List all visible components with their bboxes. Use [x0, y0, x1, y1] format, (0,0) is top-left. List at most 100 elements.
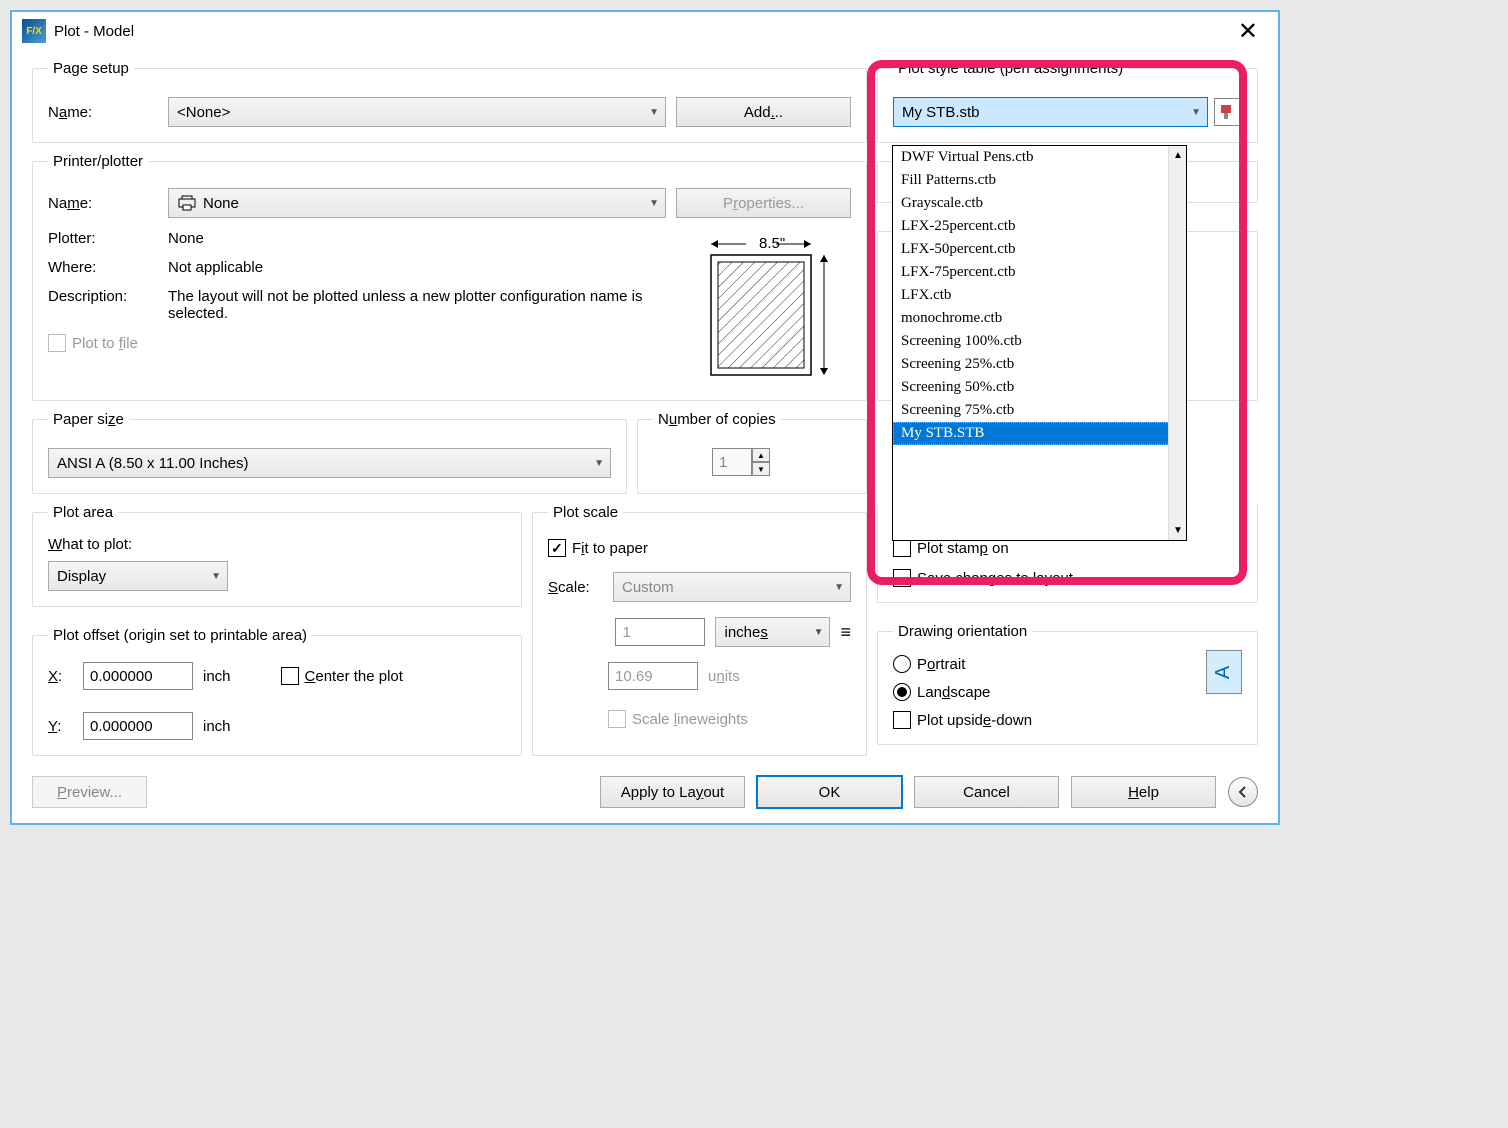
plot-offset-group: Plot offset (origin set to printable are… — [32, 627, 522, 756]
paper-size-combo[interactable]: ANSI A (8.50 x 11.00 Inches) ▼ — [48, 448, 611, 478]
plot-area-legend: Plot area — [48, 504, 118, 521]
offset-y-label: Y: — [48, 718, 73, 735]
dropdown-option[interactable]: monochrome.ctb — [893, 307, 1186, 330]
dialog-footer: Preview... Apply to Layout OK Cancel Hel… — [32, 766, 1258, 808]
offset-x-input[interactable] — [83, 662, 193, 690]
scale-unit1-input — [615, 618, 705, 646]
dropdown-option[interactable]: Grayscale.ctb — [893, 192, 1186, 215]
plot-style-legend: Plot style table (pen assignments) — [893, 60, 1128, 77]
plotter-value: None — [168, 230, 204, 247]
app-icon: F/X — [22, 19, 46, 43]
dropdown-option[interactable]: LFX-75percent.ctb — [893, 261, 1186, 284]
plotter-label: Plotter: — [48, 230, 158, 247]
paper-size-group: Paper size ANSI A (8.50 x 11.00 Inches) … — [32, 411, 627, 494]
titlebar: F/X Plot - Model ✕ — [12, 12, 1278, 50]
description-value: The layout will not be plotted unless a … — [168, 288, 696, 322]
description-label: Description: — [48, 288, 158, 305]
fit-to-paper-checkbox[interactable]: Fit to paper — [548, 539, 851, 557]
preview-button[interactable]: Preview... — [32, 776, 147, 808]
scale-unit2-input — [608, 662, 698, 690]
printer-name-combo[interactable]: None ▼ — [168, 188, 666, 218]
plot-to-file-checkbox: Plot to file — [48, 334, 696, 352]
expand-chevron-icon[interactable] — [1228, 777, 1258, 807]
center-plot-checkbox[interactable]: Center the plot — [281, 667, 403, 685]
plot-stamp-checkbox[interactable]: Plot stamp on — [893, 539, 1242, 557]
chevron-down-icon: ▼ — [1191, 107, 1201, 118]
scale-combo: Custom ▼ — [613, 572, 851, 602]
help-button[interactable]: Help — [1071, 776, 1216, 808]
where-value: Not applicable — [168, 259, 263, 276]
chevron-down-icon: ▼ — [834, 582, 844, 593]
paintbrush-icon — [1219, 103, 1237, 121]
printer-legend: Printer/plotter — [48, 153, 148, 170]
dropdown-option[interactable]: Screening 100%.ctb — [893, 330, 1186, 353]
portrait-radio[interactable]: Portrait — [893, 655, 1186, 673]
offset-x-label: X: — [48, 668, 73, 685]
plot-offset-legend: Plot offset (origin set to printable are… — [48, 627, 312, 644]
chevron-down-icon: ▼ — [649, 198, 659, 209]
printer-plotter-group: Printer/plotter Name: None ▼ Properties.… — [32, 153, 867, 401]
printer-properties-button[interactable]: Properties... — [676, 188, 851, 218]
printer-name-label: Name: — [48, 195, 158, 212]
plot-area-group: Plot area What to plot: Display ▼ — [32, 504, 522, 607]
dropdown-scrollbar[interactable]: ▲ ▼ — [1168, 146, 1186, 540]
edit-plot-style-button[interactable] — [1214, 98, 1242, 126]
page-setup-legend: Page setup — [48, 60, 134, 77]
dropdown-option[interactable]: Screening 25%.ctb — [893, 353, 1186, 376]
spinner-down-icon[interactable]: ▼ — [752, 462, 770, 476]
dropdown-option[interactable]: Screening 75%.ctb — [893, 399, 1186, 422]
chevron-down-icon: ▼ — [814, 627, 824, 638]
paper-size-legend: Paper size — [48, 411, 129, 428]
chevron-down-icon: ▼ — [649, 107, 659, 118]
where-label: Where: — [48, 259, 158, 276]
plot-style-group: Plot style table (pen assignments) My ST… — [877, 60, 1258, 143]
what-to-plot-label: What to plot: — [48, 536, 506, 553]
offset-x-unit: inch — [203, 668, 231, 685]
scroll-down-icon[interactable]: ▼ — [1173, 525, 1183, 536]
orientation-group: Drawing orientation Portrait Landscape — [877, 623, 1258, 745]
number-of-copies-group: Number of copies ▲ ▼ — [637, 411, 867, 494]
ok-button[interactable]: OK — [757, 776, 902, 808]
plot-style-table-combo[interactable]: My STB.stb ▼ — [893, 97, 1208, 127]
copies-spinner[interactable]: ▲ ▼ — [712, 448, 792, 476]
dropdown-option[interactable]: DWF Virtual Pens.ctb — [893, 146, 1186, 169]
offset-y-input[interactable] — [83, 712, 193, 740]
dropdown-option[interactable]: LFX-50percent.ctb — [893, 238, 1186, 261]
add-page-setup-button[interactable]: Add... — [676, 97, 851, 127]
plot-dialog: F/X Plot - Model ✕ Page setup Name: <Non… — [10, 10, 1280, 825]
dropdown-option[interactable]: LFX.ctb — [893, 284, 1186, 307]
plot-style-dropdown-list[interactable]: DWF Virtual Pens.ctb Fill Patterns.ctb G… — [892, 145, 1187, 541]
page-setup-name-label: Name: — [48, 104, 158, 121]
orientation-legend: Drawing orientation — [893, 623, 1032, 640]
spinner-up-icon[interactable]: ▲ — [752, 448, 770, 462]
copies-input[interactable] — [712, 448, 752, 476]
close-icon[interactable]: ✕ — [1228, 17, 1268, 46]
save-changes-checkbox[interactable]: Save changes to layout — [893, 569, 1242, 587]
page-setup-name-combo[interactable]: <None> ▼ — [168, 97, 666, 127]
dropdown-option[interactable]: Fill Patterns.ctb — [893, 169, 1186, 192]
scale-unit-combo[interactable]: inches ▼ — [715, 617, 830, 647]
printer-icon — [177, 195, 197, 211]
paper-preview-icon: 8.5" 11.0" — [696, 230, 851, 385]
chevron-down-icon: ▼ — [211, 571, 221, 582]
dropdown-option[interactable]: Screening 50%.ctb — [893, 376, 1186, 399]
dropdown-option-selected[interactable]: My STB.STB — [893, 422, 1186, 445]
page-setup-group: Page setup Name: <None> ▼ Add... — [32, 60, 867, 143]
plot-scale-legend: Plot scale — [548, 504, 623, 521]
landscape-radio[interactable]: Landscape — [893, 683, 1186, 701]
scale-lineweights-checkbox: Scale lineweights — [548, 710, 851, 728]
equals-icon: ≡ — [840, 622, 851, 643]
copies-legend: Number of copies — [653, 411, 781, 428]
dropdown-option[interactable]: LFX-25percent.ctb — [893, 215, 1186, 238]
cancel-button[interactable]: Cancel — [914, 776, 1059, 808]
scale-label: Scale: — [548, 579, 603, 596]
plot-scale-group: Plot scale Fit to paper Scale: Custom ▼ … — [532, 504, 867, 756]
chevron-down-icon: ▼ — [594, 458, 604, 469]
what-to-plot-combo[interactable]: Display ▼ — [48, 561, 228, 591]
upside-down-checkbox[interactable]: Plot upside-down — [893, 711, 1186, 729]
window-title: Plot - Model — [54, 23, 1228, 40]
scroll-up-icon[interactable]: ▲ — [1173, 150, 1183, 161]
apply-to-layout-button[interactable]: Apply to Layout — [600, 776, 745, 808]
page-orientation-icon: A — [1206, 650, 1242, 694]
units-label: units — [708, 668, 740, 685]
